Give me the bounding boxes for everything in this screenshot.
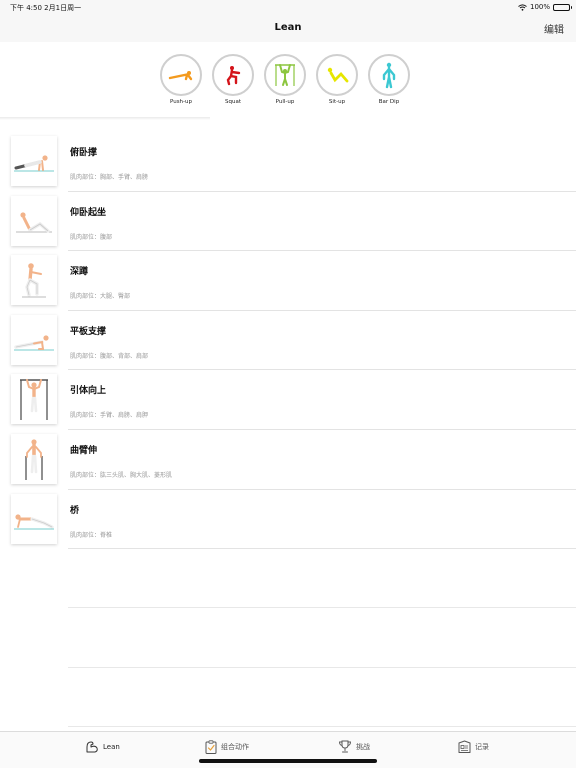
exercise-muscles: 肌肉部位：大腿、臀部 — [70, 293, 131, 301]
exercise-muscles: 肌肉部位：胸部、手臂、肩膀 — [70, 174, 149, 181]
tab-label: 组合动作 — [221, 743, 249, 751]
empty-row-divider — [68, 726, 576, 727]
pullup-category-icon — [275, 64, 295, 86]
tab-lean[interactable]: Lean — [85, 740, 120, 753]
edit-button[interactable]: 编辑 — [544, 21, 564, 36]
tab-challenge[interactable]: 挑战 — [338, 740, 370, 753]
list-item[interactable]: 引体向上 肌肉部位：手臂、肩膀、肩胛 — [0, 370, 576, 430]
exercise-name: 深蹲 — [70, 267, 89, 278]
tab-records[interactable]: 记录 — [458, 740, 489, 754]
list-item[interactable]: 俯卧撑 肌肉部位：胸部、手臂、肩膀 — [0, 132, 576, 192]
category-strip: Push-up Squat Pull-up Sit-up Bar Dip — [160, 54, 410, 105]
exercise-muscles: 肌肉部位：脊椎 — [70, 531, 113, 539]
bardip-category-icon — [382, 62, 396, 89]
category-ring — [160, 54, 202, 96]
row-divider — [68, 548, 576, 550]
category-situp[interactable]: Sit-up — [316, 54, 358, 105]
exercise-muscles: 肌肉部位：腹部 — [70, 233, 113, 241]
exercise-thumbnail — [11, 433, 57, 484]
status-bar: 下午 4:50 2月1日周一 100% — [0, 0, 576, 14]
category-ring — [316, 54, 358, 96]
list-item[interactable]: 深蹲 肌肉部位：大腿、臀部 — [0, 251, 576, 311]
exercise-name: 平板支撑 — [70, 326, 107, 337]
exercise-thumbnail — [11, 493, 57, 544]
pushup-category-icon — [168, 71, 193, 81]
status-right: 100% — [518, 3, 572, 11]
category-pullup[interactable]: Pull-up — [264, 54, 306, 105]
arm-flex-icon — [86, 741, 98, 753]
page-title: Lean — [274, 22, 302, 33]
battery-percent: 100% — [529, 3, 550, 11]
exercise-name: 引体向上 — [70, 386, 107, 397]
exercise-muscles: 肌肉部位：手臂、肩膀、肩胛 — [70, 412, 149, 420]
exercise-name: 桥 — [70, 505, 80, 516]
exercise-thumbnail — [11, 255, 57, 306]
exercise-name: 仰卧起坐 — [70, 207, 107, 218]
empty-row-divider — [68, 667, 576, 668]
trophy-icon — [339, 740, 351, 753]
battery-icon — [553, 3, 572, 11]
clipboard-check-icon — [205, 740, 217, 754]
list-item[interactable]: 仰卧起坐 肌肉部位：腹部 — [0, 192, 576, 252]
exercise-muscles: 肌肉部位：肱三头肌、胸大肌、菱形肌 — [70, 471, 173, 479]
nav-bar: Lean 编辑 — [0, 14, 576, 42]
category-label: Sit-up — [328, 99, 346, 105]
category-label: Bar Dip — [378, 99, 400, 105]
category-label: Squat — [225, 99, 241, 105]
category-ring — [212, 54, 254, 96]
tab-combos[interactable]: 组合动作 — [205, 740, 249, 754]
category-label: Pull-up — [275, 99, 295, 105]
list-item[interactable]: 曲臂伸 肌肉部位：肱三头肌、胸大肌、菱形肌 — [0, 430, 576, 490]
plank-figure-icon — [14, 335, 54, 351]
empty-row-divider — [68, 607, 576, 608]
pushup-figure-icon — [14, 155, 54, 172]
category-divider — [0, 117, 210, 120]
category-squat[interactable]: Squat — [212, 54, 254, 105]
situp-figure-icon — [16, 211, 52, 233]
record-card-icon — [458, 740, 471, 753]
category-ring — [368, 54, 410, 96]
exercise-name: 俯卧撑 — [70, 148, 98, 158]
tab-label: Lean — [103, 742, 120, 751]
list-item[interactable]: 桥 肌肉部位：脊椎 — [0, 490, 576, 550]
category-ring — [264, 54, 306, 96]
exercise-list: 俯卧撑 肌肉部位：胸部、手臂、肩膀 仰卧起坐 肌肉部位：腹部 深蹲 肌肉部位：大… — [0, 132, 576, 550]
dip-figure-icon — [25, 439, 43, 480]
squat-category-icon — [226, 66, 241, 86]
exercise-name: 曲臂伸 — [70, 445, 98, 456]
wifi-icon — [518, 3, 527, 11]
bridge-figure-icon — [14, 513, 54, 530]
home-indicator — [199, 759, 377, 763]
exercise-thumbnail — [11, 136, 57, 186]
exercise-thumbnail — [11, 195, 57, 246]
status-time: 下午 4:50 2月1日周一 — [10, 4, 82, 12]
category-pushup[interactable]: Push-up — [160, 54, 202, 105]
exercise-thumbnail — [11, 374, 57, 425]
pullup-figure-icon — [20, 379, 48, 421]
exercise-muscles: 肌肉部位：腹部、背部、肩部 — [70, 352, 149, 360]
exercise-thumbnail — [11, 314, 57, 365]
squat-figure-icon — [22, 263, 46, 298]
tab-label: 挑战 — [356, 742, 370, 751]
list-item[interactable]: 平板支撑 肌肉部位：腹部、背部、肩部 — [0, 311, 576, 371]
tab-label: 记录 — [475, 743, 489, 751]
category-bardip[interactable]: Bar Dip — [368, 54, 410, 105]
situp-category-icon — [327, 67, 349, 83]
category-label: Push-up — [169, 99, 193, 105]
